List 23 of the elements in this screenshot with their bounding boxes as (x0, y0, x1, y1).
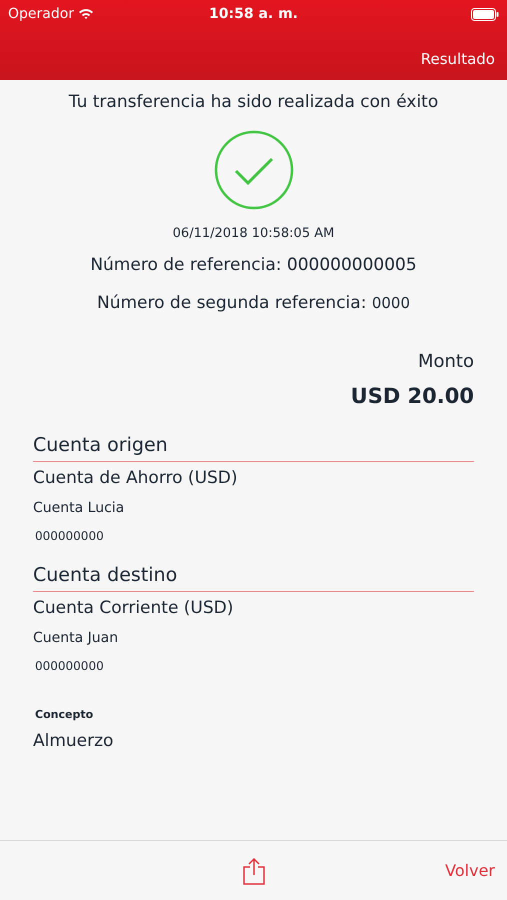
second-reference-number: Número de segunda referencia: 0000 (96, 292, 412, 314)
share-icon[interactable] (242, 856, 264, 884)
wifi-icon (78, 8, 94, 20)
amount-value: USD 20.00 (350, 383, 474, 410)
success-message: Tu transferencia ha sido realizada con éxito (68, 91, 440, 114)
account-type: Cuenta de Ahorro (USD) (33, 467, 239, 490)
amount-label: Monto (418, 350, 474, 374)
account-number: 000000000 (35, 528, 105, 544)
status-time: 10:58 a. m. (209, 4, 298, 24)
concept-value: Almuerzo (33, 730, 114, 753)
section-title: Cuenta origen (33, 430, 474, 462)
section-title: Cuenta destino (33, 560, 474, 592)
account-name: Cuenta Lucia (33, 498, 126, 518)
reference-number: Número de referencia: 000000000005 (89, 254, 418, 277)
transaction-datetime: 06/11/2018 10:58:05 AM (172, 224, 336, 242)
account-number: 000000000 (35, 658, 105, 674)
battery-icon (471, 8, 499, 20)
account-name: Cuenta Juan (33, 628, 120, 648)
carrier-text: Operador (8, 4, 74, 24)
account-type: Cuenta Corriente (USD) (33, 597, 234, 620)
concept-label: Concepto (35, 706, 94, 722)
nav-title: Resultado (420, 48, 495, 70)
back-button[interactable]: Volver (445, 858, 495, 882)
